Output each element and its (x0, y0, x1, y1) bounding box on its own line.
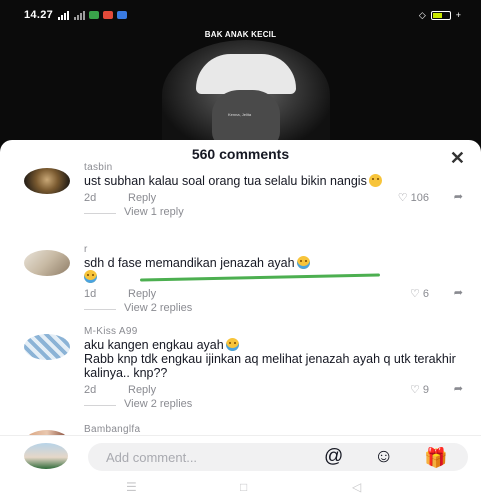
comment-input-container[interactable]: @ ☺ 🎁 (88, 443, 468, 471)
avatar[interactable] (24, 250, 70, 276)
reply-button[interactable]: Reply (128, 192, 156, 204)
video-thumbnail: Kenna, Jelita (162, 40, 330, 150)
back-icon[interactable]: ◁ (352, 480, 361, 494)
dislike-icon[interactable]: ➦ (454, 190, 463, 203)
cap-shape (196, 54, 296, 94)
comment-text-content: sdh d fase memandikan jenazah ayah (84, 256, 295, 270)
system-nav-bar: ☰ □ ◁ (0, 475, 481, 497)
comment-count: 560 comments (191, 146, 290, 162)
reply-button[interactable]: Reply (128, 384, 156, 396)
reply-button[interactable]: Reply (128, 288, 156, 300)
comment-username[interactable]: M-Kiss A99 (84, 326, 463, 338)
like-count: 106 (410, 191, 429, 204)
crying-face-icon (296, 256, 310, 269)
video-title: BAK ANAK KECIL (204, 30, 277, 39)
comment-username[interactable]: r (84, 244, 463, 256)
comment-input[interactable] (106, 447, 306, 467)
home-icon[interactable]: □ (240, 480, 247, 494)
heart-icon: ♡ (397, 192, 408, 204)
app-notification-icon (89, 11, 100, 19)
pensive-face-icon (368, 174, 382, 187)
battery-icon (430, 10, 451, 20)
comment-date: 1d (84, 288, 97, 300)
heart-icon: ♡ (410, 288, 420, 300)
crying-face-icon (84, 270, 97, 283)
comment-body: M-Kiss A99 aku kangen engkau ayah Rabb k… (84, 326, 463, 412)
recents-icon[interactable]: ☰ (126, 480, 137, 494)
view-replies-button[interactable]: View 2 replies (84, 398, 463, 412)
comment-username[interactable]: tasbin (84, 162, 463, 174)
comment-text: ust subhan kalau soal orang tua selalu b… (84, 174, 463, 188)
view-replies-button[interactable]: View 1 reply (84, 206, 463, 220)
app-notification-icon (103, 11, 114, 19)
comment-text-content: ust subhan kalau soal orang tua selalu b… (84, 174, 367, 188)
at-icon[interactable]: @ (324, 446, 343, 468)
comment-text-line1: aku kangen engkau ayah (84, 338, 224, 352)
signal-icon (58, 10, 70, 20)
video-watermark: Kenna, Jelita (228, 112, 252, 117)
like-count: 6 (422, 287, 429, 300)
like-button[interactable]: ♡ 6 (410, 287, 429, 301)
avatar[interactable] (24, 168, 70, 194)
video-player[interactable]: 14.27 ◇ + BAK ANAK KECIL Kenna, Jelita (0, 0, 481, 160)
comment-text-line2: Rabb knp tdk engkau ijinkan aq melihat j… (84, 352, 456, 380)
comment-input-bar: @ ☺ 🎁 (0, 435, 481, 475)
dislike-icon[interactable]: ➦ (454, 382, 463, 395)
comment-meta: 1d Reply ♡ 6 ➦ (84, 286, 463, 302)
crying-face-icon (225, 338, 239, 351)
comment-meta: 2d Reply ♡ 9 ➦ (84, 382, 463, 398)
app-notification-icon (117, 11, 128, 19)
comment-date: 2d (84, 192, 97, 204)
like-count: 9 (422, 383, 429, 396)
gift-icon[interactable]: 🎁 (424, 446, 448, 470)
comment-meta: 2d Reply ♡ 106 ➦ (84, 190, 463, 206)
avatar[interactable] (24, 334, 70, 360)
wifi-icon: ◇ (418, 9, 426, 20)
like-button[interactable]: ♡ 9 (410, 383, 429, 397)
status-right: ◇ + (419, 10, 461, 21)
status-bar: 14.27 ◇ + (24, 6, 461, 24)
status-time: 14.27 (24, 9, 54, 21)
signal-icon-2 (74, 10, 86, 20)
dislike-icon[interactable]: ➦ (454, 286, 463, 299)
tiktok-comments-screen: 14.27 ◇ + BAK ANAK KECIL Kenna, Jelita 5… (0, 0, 481, 497)
charging-icon: + (455, 10, 461, 20)
heart-icon: ♡ (410, 384, 420, 396)
emoji-icon[interactable]: ☺ (374, 446, 393, 468)
comment-date: 2d (84, 384, 97, 396)
view-replies-button[interactable]: View 2 replies (84, 302, 463, 316)
my-avatar[interactable] (24, 443, 68, 469)
like-button[interactable]: ♡ 106 (397, 191, 429, 205)
comment-body: tasbin ust subhan kalau soal orang tua s… (84, 162, 463, 220)
comment-text: aku kangen engkau ayah Rabb knp tdk engk… (84, 338, 463, 380)
